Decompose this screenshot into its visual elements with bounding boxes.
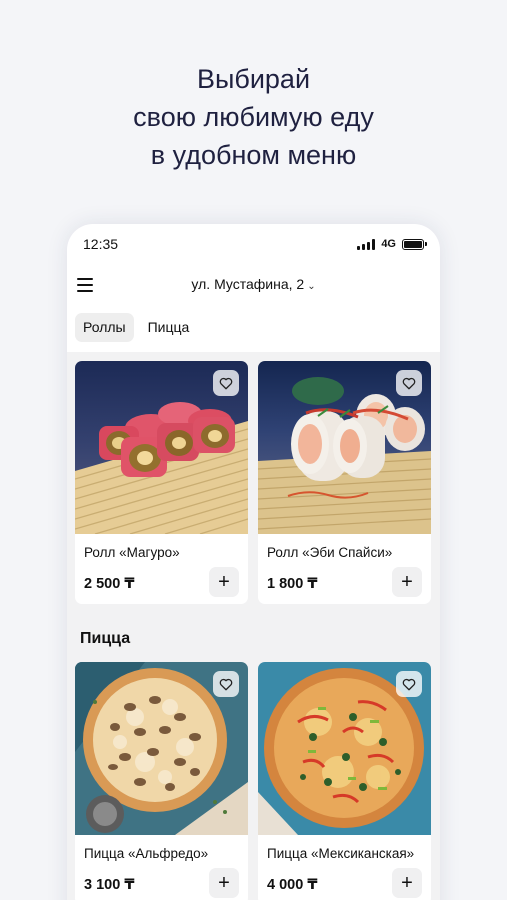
favorite-button[interactable] (213, 370, 239, 396)
product-image-alfredo (75, 662, 248, 835)
tab-pizza[interactable]: Пицца (140, 313, 198, 342)
network-label: 4G (381, 238, 396, 250)
promo-line-1: Выбирай (196, 64, 311, 94)
product-card[interactable]: Пицца «Мексиканская» 4 000 ₸ + (258, 662, 431, 900)
product-image-ebi-spicy (258, 361, 431, 534)
menu-content: Ролл «Магуро» 2 500 ₸ + Ролл «Эби Спайси… (67, 352, 440, 900)
heart-icon (219, 377, 233, 389)
status-bar: 12:35 4G (83, 236, 427, 256)
category-tabs: Роллы Пицца (75, 313, 197, 342)
product-price: 4 000 ₸ (267, 877, 318, 893)
product-card[interactable]: Ролл «Магуро» 2 500 ₸ + (75, 361, 248, 604)
product-name: Пицца «Мексиканская» (267, 846, 415, 861)
address-text: ул. Мустафина, 2 (191, 276, 305, 292)
heart-icon (402, 377, 416, 389)
product-name: Пицца «Альфредо» (84, 846, 209, 861)
address-selector[interactable]: ул. Мустафина, 2 ⌄ (67, 276, 440, 292)
chevron-down-icon: ⌄ (307, 281, 316, 292)
product-image-mexican (258, 662, 431, 835)
add-to-cart-button[interactable]: + (392, 868, 422, 898)
section-title-pizza: Пицца (80, 630, 131, 647)
product-image-maguro (75, 361, 248, 534)
promo-line-3: в удобном меню (150, 140, 357, 170)
add-to-cart-button[interactable]: + (392, 567, 422, 597)
add-to-cart-button[interactable]: + (209, 567, 239, 597)
product-price: 1 800 ₸ (267, 576, 318, 592)
phone-frame: 12:35 4G ул. Мустафина, 2⌄ Роллы Пицца (67, 224, 440, 900)
status-time: 12:35 (83, 236, 119, 252)
heart-icon (219, 678, 233, 690)
product-card[interactable]: Ролл «Эби Спайси» 1 800 ₸ + (258, 361, 431, 604)
favorite-button[interactable] (213, 671, 239, 697)
favorite-button[interactable] (396, 370, 422, 396)
promo-headline: Выбирай свою любимую еду в удобном меню (0, 60, 507, 174)
add-to-cart-button[interactable]: + (209, 868, 239, 898)
product-card[interactable]: Пицца «Альфредо» 3 100 ₸ + (75, 662, 248, 900)
product-price: 3 100 ₸ (84, 877, 135, 893)
heart-icon (402, 678, 416, 690)
status-icons: 4G (357, 238, 427, 250)
rolls-grid: Ролл «Магуро» 2 500 ₸ + Ролл «Эби Спайси… (75, 361, 431, 604)
tab-rolls[interactable]: Роллы (75, 313, 134, 342)
product-name: Ролл «Эби Спайси» (267, 545, 393, 560)
pizza-grid: Пицца «Альфредо» 3 100 ₸ + Пицца «Мексик… (75, 662, 431, 900)
signal-icon (357, 238, 376, 250)
promo-line-2: свою любимую еду (133, 102, 374, 132)
product-name: Ролл «Магуро» (84, 545, 180, 560)
battery-icon (402, 238, 427, 250)
app-header: ул. Мустафина, 2 ⌄ (67, 274, 440, 300)
favorite-button[interactable] (396, 671, 422, 697)
product-price: 2 500 ₸ (84, 576, 135, 592)
